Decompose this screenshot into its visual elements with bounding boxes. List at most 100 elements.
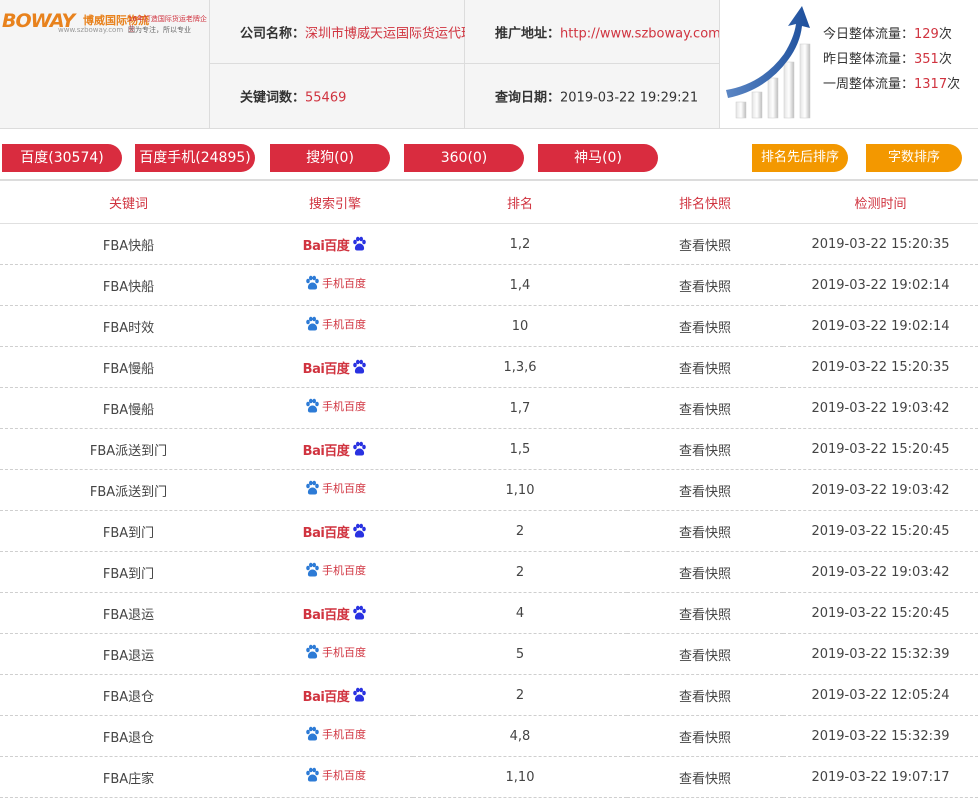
mobile-baidu-logo: 手机百度 [304,480,366,496]
time-cell: 2019-03-22 19:03:42 [783,551,978,593]
table-body: FBA快船 Bai百度 1,2 查看快照 2019-03-22 15:20:35 FBA快… [0,223,978,798]
growth-chart-icon [726,6,811,119]
engine-cell: 手机百度 [257,715,413,757]
baidu-paw-icon [306,562,319,577]
keyword-cell: FBA时效 [0,305,257,347]
mobile-baidu-logo: 手机百度 [304,562,366,578]
promo-link[interactable]: http://www.szboway.com/ [560,26,725,41]
mobile-baidu-logo: 手机百度 [304,726,366,742]
mobile-baidu-logo: 手机百度 [304,316,366,332]
time-cell: 2019-03-22 15:20:45 [783,428,978,470]
sort-by-rank-button[interactable]: 排名先后排序 [752,144,848,172]
time-cell: 2019-03-22 15:32:39 [783,715,978,757]
keyword-cell: FBA退仓 [0,715,257,757]
rank-cell: 1,2 [413,223,627,265]
table-row: FBA快船 手机百度 1,4 查看快照 2019-03-22 19:02:14 [0,264,978,306]
time-cell: 2019-03-22 15:20:35 [783,223,978,265]
company-label: 公司名称： [240,26,306,41]
keyword-cell: FBA快船 [0,264,257,306]
time-cell: 2019-03-22 15:20:35 [783,346,978,388]
table-header: 关键词 搜索引擎 排名 排名快照 检测时间 [0,179,978,224]
snapshot-link[interactable]: 查看快照 [627,469,783,511]
engine-cell: Bai百度 [257,510,413,552]
rank-cell: 1,10 [413,756,627,798]
engine-cell: 手机百度 [257,756,413,798]
snapshot-link[interactable]: 查看快照 [627,223,783,265]
time-cell: 2019-03-22 19:07:17 [783,756,978,798]
company-cell: 公司名称：深圳市博威天运国际货运代理 [210,0,474,64]
baidu-paw-icon [306,398,319,413]
baidu-paw-icon [353,687,367,702]
snapshot-link[interactable]: 查看快照 [627,387,783,429]
table-row: FBA快船 Bai百度 1,2 查看快照 2019-03-22 15:20:35 [0,223,978,265]
engine-cell: Bai百度 [257,346,413,388]
mobile-baidu-logo: 手机百度 [304,398,366,414]
baidu-paw-icon [306,726,319,741]
baidu-logo: Bai百度 [303,604,368,623]
keyword-cell: FBA到门 [0,510,257,552]
rank-cell: 2 [413,510,627,552]
keyword-cell: FBA庄家 [0,756,257,798]
mobile-baidu-logo: 手机百度 [304,644,366,660]
engine-cell: 手机百度 [257,305,413,347]
mobile-baidu-logo: 手机百度 [304,767,366,783]
baidu-paw-icon [306,480,319,495]
time-cell: 2019-03-22 19:03:42 [783,387,978,429]
sort-by-length-button[interactable]: 字数排序 [866,144,962,172]
table-row: FBA退仓 手机百度 4,8 查看快照 2019-03-22 15:32:39 [0,715,978,757]
table-row: FBA庄家 手机百度 1,10 查看快照 2019-03-22 19:07:17 [0,756,978,798]
rank-cell: 4 [413,592,627,634]
week-traffic: 一周整体流量：1317次 [823,77,961,92]
baidu-paw-icon [306,644,319,659]
engine-cell: 手机百度 [257,387,413,429]
rank-cell: 1,4 [413,264,627,306]
table-row: FBA派送到门 Bai百度 1,5 查看快照 2019-03-22 15:20:45 [0,428,978,470]
rank-cell: 2 [413,674,627,716]
tab-baidu-mobile[interactable]: 百度手机(24895) [135,144,255,172]
snapshot-link[interactable]: 查看快照 [627,428,783,470]
time-cell: 2019-03-22 19:02:14 [783,305,978,347]
engine-cell: Bai百度 [257,223,413,265]
snapshot-link[interactable]: 查看快照 [627,305,783,347]
column-header-keyword: 关键词 [0,179,257,224]
snapshot-link[interactable]: 查看快照 [627,346,783,388]
keyword-table: 关键词 搜索引擎 排名 排名快照 检测时间 FBA快船 Bai百度 1,2 查看快照 2… [0,179,978,798]
keyword-cell: FBA慢船 [0,346,257,388]
logo-slogan-sub: 因为专注，所以专业 [128,26,191,34]
traffic-stats: 今日整体流量：129次 昨日整体流量：351次 一周整体流量：1317次 [719,0,978,128]
table-row: FBA慢船 Bai百度 1,3,6 查看快照 2019-03-22 15:20:35 [0,346,978,388]
baidu-logo: Bai百度 [303,522,368,541]
snapshot-link[interactable]: 查看快照 [627,592,783,634]
snapshot-link[interactable]: 查看快照 [627,633,783,675]
time-cell: 2019-03-22 15:20:45 [783,592,978,634]
engine-cell: 手机百度 [257,633,413,675]
engine-cell: 手机百度 [257,264,413,306]
tab-sogou[interactable]: 搜狗(0) [270,144,390,172]
snapshot-link[interactable]: 查看快照 [627,715,783,757]
baidu-logo: Bai百度 [303,440,368,459]
tab-baidu[interactable]: 百度(30574) [2,144,122,172]
tab-360[interactable]: 360(0) [404,144,524,172]
snapshot-link[interactable]: 查看快照 [627,551,783,593]
rank-cell: 1,7 [413,387,627,429]
date-label: 查询日期： [495,90,561,106]
rank-cell: 1,3,6 [413,346,627,388]
mobile-baidu-logo: 手机百度 [304,275,366,291]
keywords-label: 关键词数： [240,90,306,106]
baidu-logo: Bai百度 [303,358,368,377]
rank-cell: 1,5 [413,428,627,470]
table-row: FBA时效 手机百度 10 查看快照 2019-03-22 19:02:14 [0,305,978,347]
column-header-rank: 排名 [413,179,627,224]
keywords-value: 55469 [305,90,347,106]
tab-shenma[interactable]: 神马(0) [538,144,658,172]
snapshot-link[interactable]: 查看快照 [627,756,783,798]
rank-cell: 2 [413,551,627,593]
snapshot-link[interactable]: 查看快照 [627,510,783,552]
rank-cell: 1,10 [413,469,627,511]
snapshot-link[interactable]: 查看快照 [627,264,783,306]
table-row: FBA到门 手机百度 2 查看快照 2019-03-22 19:03:42 [0,551,978,593]
logo[interactable]: BOWAY 博威国际物流 www.szboway.com 16年打造国际货运老牌… [0,0,210,128]
table-row: FBA退运 Bai百度 4 查看快照 2019-03-22 15:20:45 [0,592,978,634]
time-cell: 2019-03-22 19:03:42 [783,469,978,511]
snapshot-link[interactable]: 查看快照 [627,674,783,716]
